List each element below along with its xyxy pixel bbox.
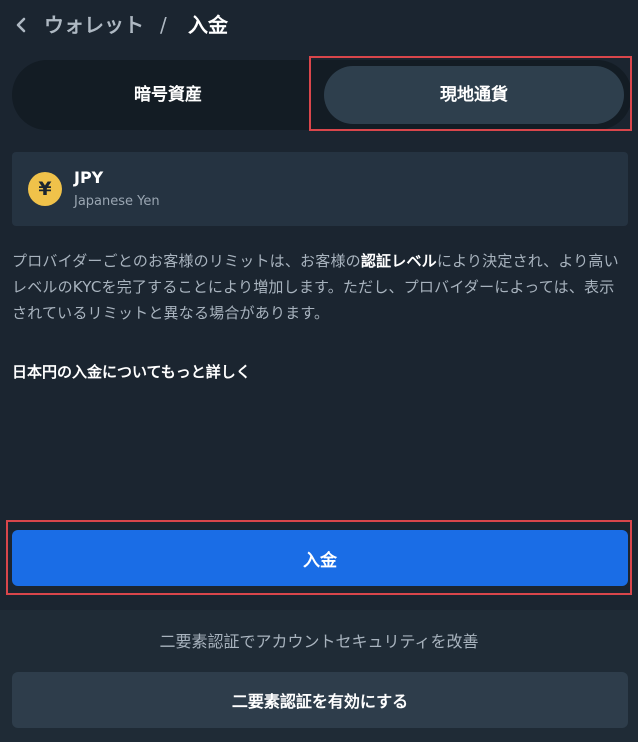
enable-twofa-button[interactable]: 二要素認証を有効にする bbox=[12, 672, 628, 728]
header: ウォレット / 入金 bbox=[0, 0, 638, 50]
tab-fiat[interactable]: 現地通貨 bbox=[324, 66, 624, 124]
breadcrumb-separator: / bbox=[160, 13, 167, 37]
tab-crypto[interactable]: 暗号資産 bbox=[18, 66, 318, 124]
twofa-message: 二要素認証でアカウントセキュリティを改善 bbox=[159, 632, 479, 651]
currency-code: JPY bbox=[74, 168, 104, 187]
page-title: 入金 bbox=[188, 13, 228, 37]
verification-level-link[interactable]: 認証レベル bbox=[361, 252, 437, 270]
chevron-left-icon[interactable] bbox=[14, 14, 28, 36]
currency-card[interactable]: ¥ JPY Japanese Yen bbox=[12, 152, 628, 226]
breadcrumb-wallet[interactable]: ウォレット bbox=[44, 11, 144, 39]
learn-more-link[interactable]: 日本円の入金についてもっと詳しく bbox=[12, 360, 251, 384]
yen-icon: ¥ bbox=[28, 172, 62, 206]
twofa-panel: 二要素認証でアカウントセキュリティを改善 二要素認証を有効にする bbox=[0, 610, 638, 742]
info-text-before: プロバイダーごとのお客様のリミットは、お客様の bbox=[12, 252, 361, 270]
tab-group: 暗号資産 現地通貨 bbox=[12, 60, 632, 130]
currency-name: Japanese Yen bbox=[74, 194, 160, 209]
limits-info-text: プロバイダーごとのお客様のリミットは、お客様の認証レベルにより決定され、より高い… bbox=[12, 248, 628, 326]
deposit-button[interactable]: 入金 bbox=[12, 530, 628, 586]
